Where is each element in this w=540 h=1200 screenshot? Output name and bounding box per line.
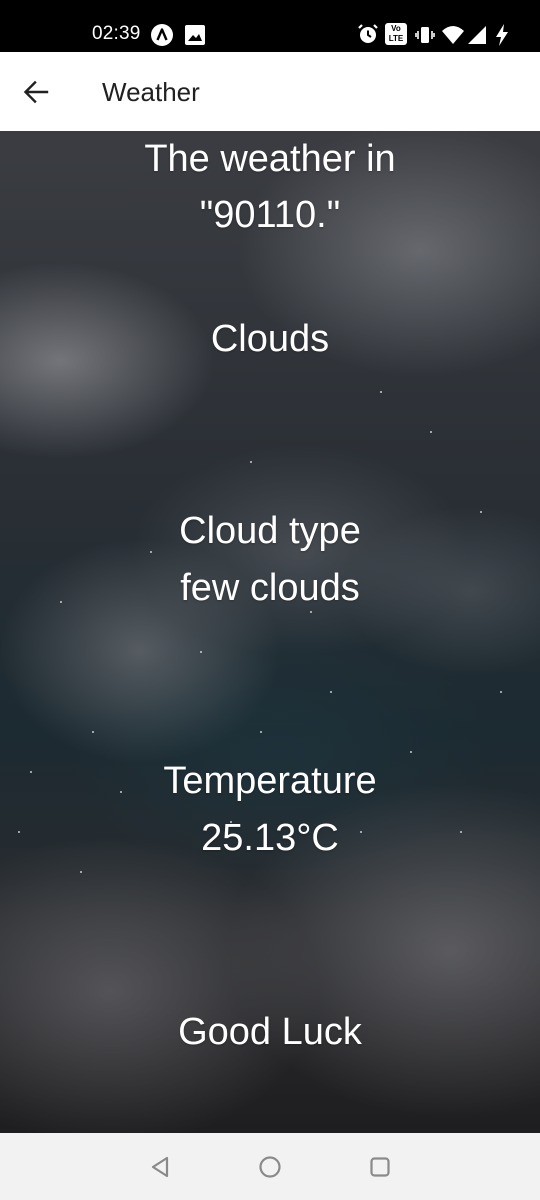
volte-icon: Vo LTE <box>385 23 407 45</box>
nav-home-button[interactable] <box>256 1153 284 1181</box>
location-line-1: The weather in <box>144 138 396 180</box>
battery-charging-icon <box>496 24 508 46</box>
nav-back-button[interactable] <box>146 1153 174 1181</box>
wifi-icon <box>442 26 464 44</box>
condition-text: Clouds <box>210 318 330 360</box>
volte-label: Vo <box>391 24 401 33</box>
vibrate-icon <box>415 27 435 43</box>
cloud-type-label: Cloud type <box>179 510 361 552</box>
signal-icon <box>468 26 486 44</box>
navigation-bar <box>0 1133 540 1200</box>
back-button[interactable] <box>14 70 58 114</box>
location-line-2: "90110." <box>199 194 341 236</box>
closing-message: Good Luck <box>178 1011 362 1053</box>
app-bar: Weather <box>0 52 540 131</box>
page-title: Weather <box>102 77 200 107</box>
cloud-type-value: few clouds <box>180 567 360 609</box>
app-notification-icon <box>151 24 173 46</box>
status-time: 02:39 <box>92 23 141 44</box>
alarm-icon <box>358 24 378 43</box>
image-notification-icon <box>185 25 205 45</box>
recents-square-icon <box>370 1157 390 1177</box>
temperature-label: Temperature <box>163 760 377 802</box>
nav-recents-button[interactable] <box>366 1153 394 1181</box>
status-bar: 02:39 Vo LTE <box>0 0 540 52</box>
weather-content: The weather in "90110." Clouds Cloud typ… <box>0 131 540 1133</box>
temperature-value: 25.13°C <box>201 817 339 859</box>
back-triangle-icon <box>151 1156 169 1178</box>
home-circle-icon <box>259 1156 281 1178</box>
lte-label: LTE <box>388 34 404 43</box>
arrow-back-icon <box>23 80 49 104</box>
